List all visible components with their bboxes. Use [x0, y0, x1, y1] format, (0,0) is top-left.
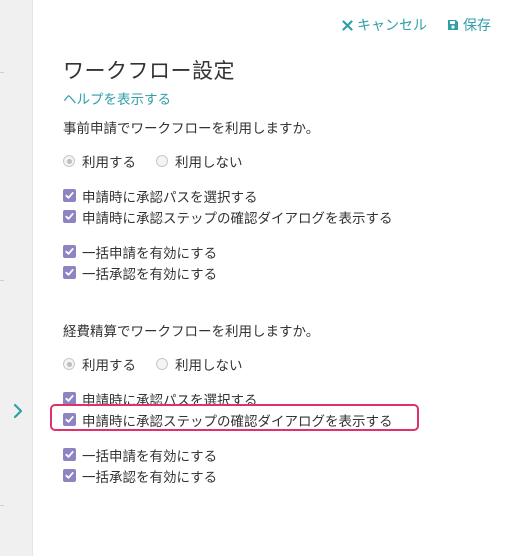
- help-link[interactable]: ヘルプを表示する: [63, 88, 171, 108]
- radio-button[interactable]: [63, 358, 75, 370]
- chevron-right-icon[interactable]: [11, 402, 25, 420]
- check-icon: [65, 416, 74, 423]
- radio-button[interactable]: [156, 155, 168, 167]
- radio-label: 利用する: [82, 155, 136, 171]
- checkbox-bulk-apply[interactable]: 一括申請を有効にする: [63, 241, 503, 262]
- cancel-label: キャンセル: [357, 18, 427, 34]
- check-icon: [65, 248, 74, 255]
- section-question: 経費精算でワークフローを利用しますか。: [63, 324, 320, 340]
- floppy-disk-icon: [447, 19, 459, 31]
- check-icon: [65, 451, 74, 458]
- checkbox-show-confirm-dialog[interactable]: 申請時に承認ステップの確認ダイアログを表示する: [50, 404, 503, 431]
- checkbox[interactable]: [63, 392, 76, 405]
- check-icon: [65, 192, 74, 199]
- checkbox-label: 一括申請を有効にする: [82, 245, 218, 262]
- checkbox[interactable]: [63, 469, 76, 482]
- radio-use[interactable]: 利用する: [63, 354, 136, 374]
- checkbox-bulk-apply[interactable]: 一括申請を有効にする: [63, 444, 503, 465]
- checkbox-group-bulk: 一括申請を有効にする 一括承認を有効にする: [63, 444, 503, 486]
- checkbox[interactable]: [63, 413, 76, 426]
- checkbox[interactable]: [63, 210, 76, 223]
- checkbox-bulk-approve[interactable]: 一括承認を有効にする: [63, 465, 503, 486]
- radio-button[interactable]: [63, 155, 75, 167]
- strip-tick: [0, 280, 4, 281]
- section-question: 事前申請でワークフローを利用しますか。: [63, 121, 320, 137]
- checkbox-select-approval-path[interactable]: 申請時に承認パスを選択する: [63, 185, 503, 206]
- checkbox[interactable]: [63, 189, 76, 202]
- checkbox-select-approval-path[interactable]: 申請時に承認パスを選択する: [63, 388, 503, 409]
- radio-label: 利用しない: [175, 155, 243, 171]
- workflow-settings-page: キャンセル 保存 ワークフロー設定 ヘルプを表示する 事前申請でワークフローを利…: [0, 0, 527, 556]
- checkbox-label: 申請時に承認ステップの確認ダイアログを表示する: [82, 413, 393, 430]
- check-icon: [65, 472, 74, 479]
- radio-label: 利用する: [82, 358, 136, 374]
- checkbox-label: 申請時に承認パスを選択する: [82, 189, 258, 206]
- checkbox-label: 一括承認を有効にする: [82, 266, 218, 283]
- checkbox[interactable]: [63, 448, 76, 461]
- save-label: 保存: [463, 18, 491, 34]
- section-pre-application: 事前申請でワークフローを利用しますか。 利用する 利用しない 申請時に承認パスを…: [63, 119, 503, 283]
- checkbox-label: 申請時に承認パスを選択する: [82, 392, 258, 409]
- checkbox[interactable]: [63, 266, 76, 279]
- check-icon: [65, 395, 74, 402]
- settings-panel: キャンセル 保存 ワークフロー設定 ヘルプを表示する 事前申請でワークフローを利…: [33, 0, 527, 556]
- checkbox-show-confirm-dialog[interactable]: 申請時に承認ステップの確認ダイアログを表示する: [63, 206, 503, 227]
- strip-tick: [0, 505, 4, 506]
- radio-button[interactable]: [156, 358, 168, 370]
- close-icon: [342, 19, 353, 31]
- panel-toolbar: キャンセル 保存: [342, 15, 491, 35]
- page-title: ワークフロー設定: [63, 59, 235, 83]
- checkbox-group-approval: 申請時に承認パスを選択する 申請時に承認ステップの確認ダイアログを表示する: [50, 388, 503, 431]
- radio-not-use[interactable]: 利用しない: [156, 354, 243, 374]
- save-button[interactable]: 保存: [447, 15, 491, 35]
- checkbox-label: 一括申請を有効にする: [82, 448, 218, 465]
- radio-not-use[interactable]: 利用しない: [156, 151, 243, 171]
- section-expense-settlement: 経費精算でワークフローを利用しますか。 利用する 利用しない 申請時に承認パスを…: [50, 322, 503, 486]
- checkbox-bulk-approve[interactable]: 一括承認を有効にする: [63, 262, 503, 283]
- check-icon: [65, 213, 74, 220]
- radio-label: 利用しない: [175, 358, 243, 374]
- radio-use[interactable]: 利用する: [63, 151, 136, 171]
- checkbox-group-approval: 申請時に承認パスを選択する 申請時に承認ステップの確認ダイアログを表示する: [63, 185, 503, 227]
- radio-group: 利用する 利用しない: [63, 354, 503, 374]
- checkbox-label: 一括承認を有効にする: [82, 469, 218, 486]
- checkbox-label: 申請時に承認ステップの確認ダイアログを表示する: [82, 210, 393, 227]
- checkbox[interactable]: [63, 245, 76, 258]
- left-sidebar-strip: [0, 0, 33, 556]
- check-icon: [65, 269, 74, 276]
- radio-group: 利用する 利用しない: [63, 151, 503, 171]
- strip-tick: [0, 72, 4, 73]
- checkbox-group-bulk: 一括申請を有効にする 一括承認を有効にする: [63, 241, 503, 283]
- cancel-button[interactable]: キャンセル: [342, 15, 427, 35]
